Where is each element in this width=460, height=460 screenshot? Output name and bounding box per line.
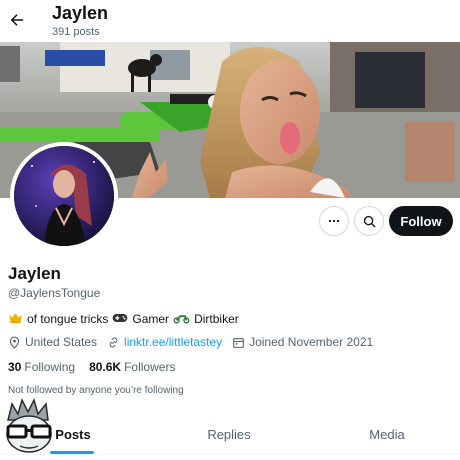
profile-meta: United States linktr.ee/littletastey Joi… <box>8 335 383 349</box>
following-label: Following <box>24 360 76 374</box>
mascot-avatar-icon <box>0 397 58 456</box>
search-icon <box>363 215 376 228</box>
link-item[interactable]: linktr.ee/littletastey <box>107 335 222 349</box>
profile-link[interactable]: linktr.ee/littletastey <box>124 335 222 349</box>
more-icon <box>328 219 340 223</box>
bio-text-3: Dirtbiker <box>194 312 239 326</box>
link-icon <box>109 337 118 347</box>
calendar-icon <box>233 337 245 348</box>
followed-by-note: Not followed by anyone you’re following <box>8 385 184 396</box>
tabs-divider <box>0 454 460 455</box>
crown-icon <box>8 311 23 327</box>
followers-count: 80.6K <box>89 360 122 374</box>
more-options-button[interactable] <box>319 206 349 236</box>
joined-text: Joined November 2021 <box>249 335 374 349</box>
following-stat[interactable]: 30 Following <box>8 360 75 374</box>
header-title: Jaylen <box>52 3 109 23</box>
top-bar: Jaylen 391 posts <box>0 0 460 42</box>
following-count: 30 <box>8 360 22 374</box>
bio-text-2: Gamer <box>132 312 170 326</box>
follow-button[interactable]: Follow <box>389 206 453 236</box>
location-item: United States <box>8 335 97 349</box>
profile-stats: 30 Following 80.6K Followers <box>8 360 175 374</box>
motorcycle-icon <box>173 312 190 327</box>
followers-stat[interactable]: 80.6K Followers <box>89 360 175 374</box>
location-text: United States <box>25 335 98 349</box>
profile-avatar[interactable] <box>10 142 118 250</box>
location-icon <box>9 336 20 349</box>
gamepad-icon <box>112 312 128 327</box>
post-count: 391 posts <box>52 26 100 38</box>
back-arrow-icon[interactable] <box>6 9 28 31</box>
bio-text-1: of tongue tricks <box>27 312 109 326</box>
profile-handle: @JaylensTongue <box>8 286 101 300</box>
joined-item: Joined November 2021 <box>232 335 373 349</box>
search-button[interactable] <box>354 206 384 236</box>
followers-label: Followers <box>124 360 176 374</box>
tab-media[interactable]: Media <box>356 412 418 456</box>
tab-replies[interactable]: Replies <box>196 412 262 456</box>
profile-name: Jaylen <box>8 264 61 283</box>
profile-bio: of tongue tricks Gamer Dirtbiker <box>8 311 239 327</box>
